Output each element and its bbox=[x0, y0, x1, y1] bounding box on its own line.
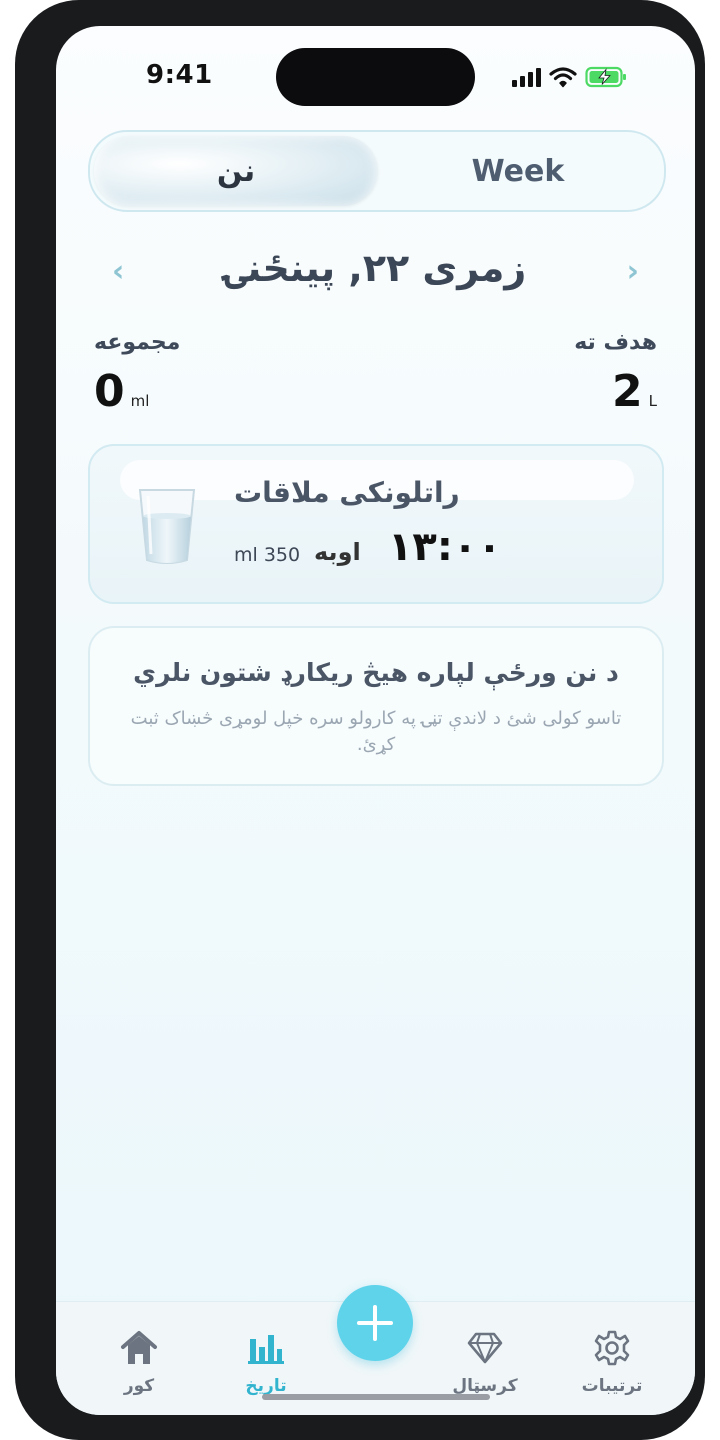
cellular-signal-icon bbox=[512, 67, 541, 87]
total-unit: ml bbox=[130, 392, 150, 410]
gear-icon bbox=[594, 1330, 630, 1366]
reminder-amount: ml 350 bbox=[234, 544, 301, 566]
goal-number: 2 bbox=[612, 366, 643, 417]
date-title: زمری ۲۲, پينځنۍ bbox=[224, 246, 527, 290]
status-icons bbox=[512, 64, 627, 90]
empty-state-body: تاسو کولی شئ د لاندې تڼۍ په کارولو سره خ… bbox=[130, 708, 622, 755]
wifi-icon bbox=[549, 67, 577, 88]
goal-value: 2L bbox=[612, 366, 657, 417]
tab-settings-label: ترتيبات bbox=[581, 1376, 643, 1396]
tab-history[interactable]: تاريخ bbox=[211, 1328, 321, 1396]
empty-state-card: د نن ورځې لپاره هيڅ ريکارډ شتون نلري تاس… bbox=[88, 626, 664, 786]
status-time: 9:41 bbox=[146, 60, 213, 90]
date-navigator: ‹ زمری ۲۲, پينځنۍ › bbox=[56, 242, 695, 302]
goal-unit: L bbox=[648, 392, 657, 410]
tab-crystal-label: کرسټال bbox=[452, 1376, 518, 1396]
tab-crystal[interactable]: کرسټال bbox=[430, 1328, 540, 1396]
tab-history-label: تاريخ bbox=[245, 1376, 287, 1396]
tab-settings[interactable]: ترتيبات bbox=[557, 1328, 667, 1396]
next-reminder-card[interactable]: راتلونکی ملاقات ۱۳:۰۰ اوبه ml 350 bbox=[88, 444, 664, 604]
total-number: 0 bbox=[94, 366, 125, 417]
reminder-drink-label: اوبه bbox=[314, 538, 361, 566]
battery-charging-icon bbox=[585, 66, 626, 88]
segment-day[interactable]: نن bbox=[94, 136, 378, 206]
tab-home[interactable]: کور bbox=[84, 1328, 194, 1396]
reminder-time: ۱۳:۰۰ bbox=[388, 524, 502, 570]
home-indicator bbox=[262, 1394, 490, 1400]
reminder-title: راتلونکی ملاقات bbox=[234, 476, 460, 509]
dynamic-island bbox=[276, 48, 475, 106]
tab-home-label: کور bbox=[123, 1376, 155, 1396]
water-glass-icon bbox=[138, 489, 196, 564]
home-icon bbox=[121, 1331, 157, 1364]
empty-state-title: د نن ورځې لپاره هيڅ ريکارډ شتون نلري bbox=[133, 658, 619, 687]
diamond-icon bbox=[467, 1332, 503, 1364]
device-frame: 9:41 نن Week ‹ زمری ۲۲, پينځنۍ › مجموعه … bbox=[15, 0, 705, 1440]
period-segmented-control: نن Week bbox=[88, 130, 666, 212]
chevron-right-icon[interactable]: › bbox=[627, 254, 639, 289]
plus-icon bbox=[357, 1305, 393, 1341]
goal-label: هدف ته bbox=[574, 330, 657, 355]
add-drink-button[interactable] bbox=[337, 1285, 413, 1361]
app-screen: 9:41 نن Week ‹ زمری ۲۲, پينځنۍ › مجموعه … bbox=[56, 26, 695, 1415]
total-label: مجموعه bbox=[94, 330, 181, 355]
total-value: 0 ml bbox=[94, 366, 149, 417]
segment-week[interactable]: Week bbox=[378, 136, 658, 206]
bar-chart-icon bbox=[248, 1335, 284, 1364]
